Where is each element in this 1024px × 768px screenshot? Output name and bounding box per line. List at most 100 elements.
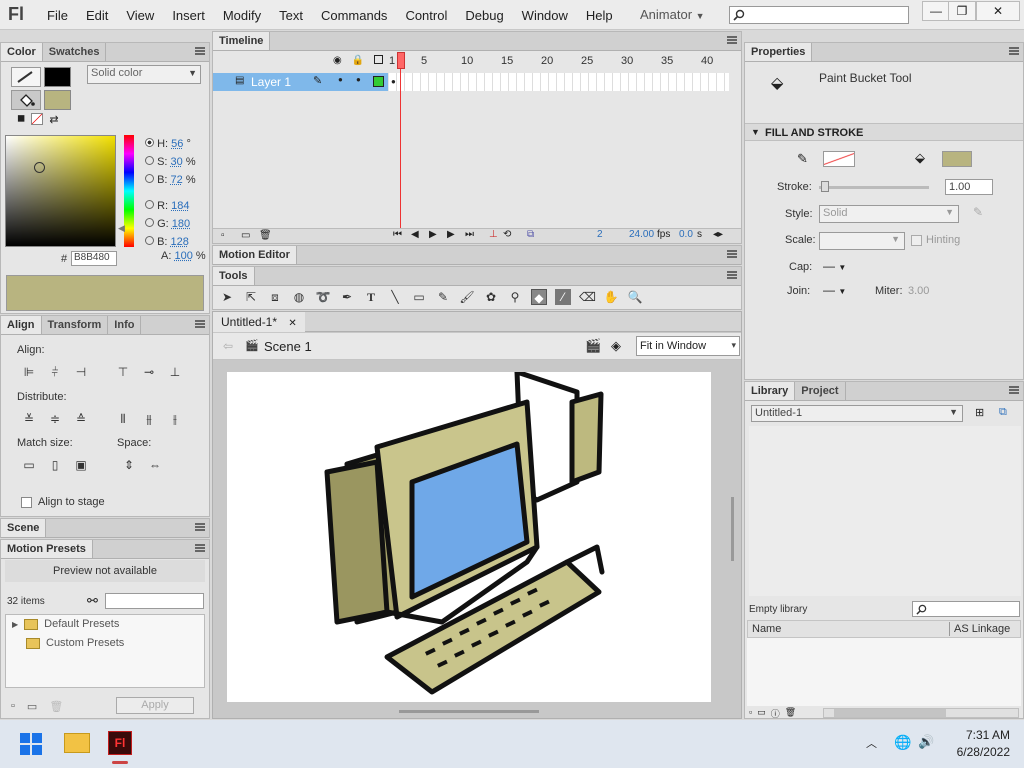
playhead[interactable] <box>397 52 405 232</box>
color-picker-cursor[interactable] <box>34 162 45 173</box>
panel-menu-icon[interactable] <box>727 271 737 279</box>
distribute-top-icon[interactable]: ≚ <box>21 411 37 427</box>
tab-scene[interactable]: Scene <box>1 519 47 537</box>
align-left-icon[interactable]: ⊫ <box>21 364 37 380</box>
new-folder-icon[interactable]: ▭ <box>27 700 37 713</box>
alpha-value[interactable]: 100 <box>174 250 192 262</box>
distribute-bottom-icon[interactable]: ≙ <box>73 411 89 427</box>
library-scrollbar[interactable] <box>823 708 1019 718</box>
visibility-dot-icon[interactable]: ● <box>338 75 343 84</box>
align-top-icon[interactable]: ⊤ <box>115 364 131 380</box>
menu-file[interactable]: File <box>38 8 77 23</box>
time-value[interactable]: 0.0 <box>679 229 693 240</box>
free-transform-tool-icon[interactable]: ⧈ <box>267 289 283 305</box>
tab-motion-presets[interactable]: Motion Presets <box>1 540 93 558</box>
new-preset-icon[interactable]: ▫ <box>11 700 15 713</box>
close-tab-icon[interactable]: ✕ <box>288 318 296 329</box>
tab-align[interactable]: Align <box>1 316 42 334</box>
frame-ruler[interactable]: 1 5 10 15 20 25 30 35 40 <box>389 52 729 70</box>
hand-tool-icon[interactable]: ✋ <box>603 289 619 305</box>
line-tool-icon[interactable]: ╲ <box>387 289 403 305</box>
new-folder-icon[interactable]: ▭ <box>757 707 766 720</box>
lock-dot-icon[interactable]: ● <box>356 75 361 84</box>
delete-icon[interactable]: 🗑 <box>49 700 63 713</box>
eraser-tool-icon[interactable]: ⌫ <box>579 289 596 305</box>
panel-menu-icon[interactable] <box>195 320 205 328</box>
stage-canvas[interactable] <box>227 369 711 702</box>
pencil-tool-icon[interactable]: ✎ <box>435 289 451 305</box>
radio-green[interactable] <box>145 218 154 227</box>
brightness-value[interactable]: 72 <box>171 174 183 186</box>
flash-app-icon[interactable]: Fl <box>108 731 132 755</box>
properties-icon[interactable]: ⓘ <box>771 707 780 720</box>
align-vertical-center-icon[interactable]: ⊸ <box>141 364 157 380</box>
tab-properties[interactable]: Properties <box>745 43 813 61</box>
fill-stroke-section-header[interactable]: ▼ FILL AND STROKE <box>745 123 1023 141</box>
first-frame-icon[interactable]: ⏮ <box>393 229 402 240</box>
column-name[interactable]: Name <box>752 623 781 635</box>
edit-stroke-style-icon[interactable]: ✎ <box>973 205 983 219</box>
horizontal-scrollbar[interactable] <box>399 710 539 713</box>
panel-menu-icon[interactable] <box>1009 47 1019 55</box>
new-folder-icon[interactable]: ▭ <box>241 230 250 241</box>
hinting-checkbox[interactable] <box>911 234 922 246</box>
align-to-stage-checkbox[interactable] <box>21 496 32 508</box>
text-tool-icon[interactable]: T <box>363 289 379 305</box>
file-explorer-icon[interactable] <box>64 733 90 753</box>
fill-color-button[interactable] <box>942 151 972 167</box>
eyedropper-tool-icon[interactable]: ⁄ <box>555 289 571 305</box>
vertical-scrollbar[interactable] <box>731 497 734 561</box>
panel-menu-icon[interactable] <box>727 36 737 44</box>
step-back-icon[interactable]: ◀ <box>411 229 419 240</box>
menu-control[interactable]: Control <box>396 8 456 23</box>
edit-symbols-icon[interactable]: ◈ <box>611 338 621 354</box>
selection-tool-icon[interactable]: ➤ <box>219 289 235 305</box>
menu-commands[interactable]: Commands <box>312 8 396 23</box>
saturation-value[interactable]: 30 <box>171 156 183 168</box>
swap-colors-icon[interactable]: ⇄ <box>49 113 58 126</box>
align-horizontal-center-icon[interactable]: ⫩ <box>47 364 63 380</box>
distribute-hcenter-icon[interactable]: ⫵ <box>141 411 157 427</box>
play-icon[interactable]: ▶ <box>429 229 437 240</box>
keyframe-icon[interactable]: ● <box>391 77 396 86</box>
onion-skin-icon[interactable]: ⧉ <box>527 229 534 240</box>
layer-outline-color[interactable] <box>373 76 384 87</box>
color-picker-field[interactable] <box>5 135 116 247</box>
loop-icon[interactable]: ⟲ <box>503 229 511 240</box>
document-tab[interactable]: Untitled-1* ✕ <box>213 312 305 332</box>
tab-project[interactable]: Project <box>795 382 846 400</box>
fill-type-select[interactable]: Solid color ▼ <box>87 65 201 84</box>
new-layer-icon[interactable]: ▫ <box>221 230 225 241</box>
tab-timeline[interactable]: Timeline <box>213 32 271 50</box>
black-white-icon[interactable]: ◼ <box>17 113 25 126</box>
no-color-icon[interactable] <box>31 113 44 125</box>
radio-hue[interactable] <box>145 138 154 147</box>
panel-menu-icon[interactable] <box>195 47 205 55</box>
step-forward-icon[interactable]: ▶ <box>447 229 455 240</box>
minimize-button[interactable]: — <box>922 1 950 21</box>
workspace-switcher[interactable]: Animator ▼ <box>640 7 705 22</box>
cap-select[interactable]: — ▼ <box>823 259 846 273</box>
distribute-left-icon[interactable]: ⫴ <box>115 411 131 427</box>
align-right-icon[interactable]: ⊣ <box>73 364 89 380</box>
layer-name[interactable]: Layer 1 <box>251 75 291 89</box>
tab-library[interactable]: Library <box>745 382 796 400</box>
collapse-arrow-icon[interactable]: ▼ <box>751 127 760 137</box>
match-height-icon[interactable]: ▯ <box>47 457 63 473</box>
preset-folder-default[interactable]: ▶ Default Presets <box>12 618 119 630</box>
panel-menu-icon[interactable] <box>195 523 205 531</box>
pen-tool-icon[interactable]: ✒ <box>339 289 355 305</box>
zoom-select[interactable]: Fit in Window ▾ <box>636 336 740 356</box>
globe-icon[interactable]: 🌐 <box>894 734 911 751</box>
radio-brightness[interactable] <box>145 174 154 183</box>
bone-tool-icon[interactable]: ⚲ <box>507 289 523 305</box>
panel-menu-icon[interactable] <box>195 544 205 552</box>
center-frame-icon[interactable]: ⊥ <box>489 229 498 240</box>
blue-value[interactable]: 128 <box>171 236 189 248</box>
deco-tool-icon[interactable]: ✿ <box>483 289 499 305</box>
last-frame-icon[interactable]: ⏭ <box>465 229 474 240</box>
preset-search-input[interactable] <box>105 593 204 609</box>
zoom-tool-icon[interactable]: 🔍 <box>627 289 643 305</box>
eye-icon[interactable]: ◉ <box>333 55 342 66</box>
new-symbol-icon[interactable]: ▫ <box>749 707 752 720</box>
